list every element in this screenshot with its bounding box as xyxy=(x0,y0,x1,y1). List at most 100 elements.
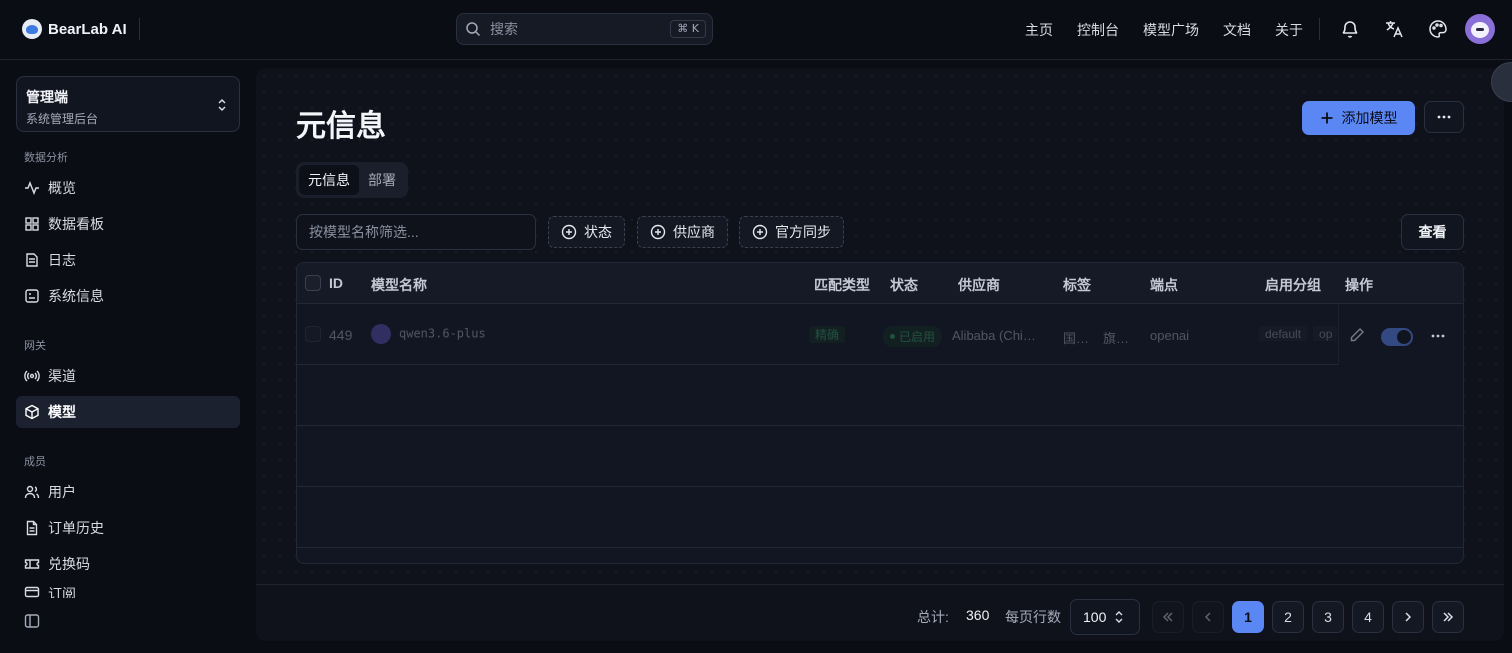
nav-divider xyxy=(1319,18,1320,40)
chevrons-right-icon xyxy=(1443,612,1454,622)
activity-icon xyxy=(25,180,39,196)
view-button[interactable]: 查看 xyxy=(1401,214,1464,250)
sidebar-item-orders[interactable]: 订单历史 xyxy=(16,512,240,544)
sidebar-item-overview[interactable]: 概览 xyxy=(16,172,240,204)
select-all-checkbox[interactable] xyxy=(305,275,321,291)
chip-label: 供应商 xyxy=(673,224,715,240)
chevron-right-icon xyxy=(1405,612,1412,622)
column-header-tags[interactable]: 标签 xyxy=(1063,275,1091,295)
row-checkbox[interactable] xyxy=(305,326,321,342)
column-header-id[interactable]: ID xyxy=(329,275,343,291)
status-filter-chip[interactable]: 状态 xyxy=(548,216,625,248)
dashboard-icon xyxy=(25,217,39,231)
sidebar-item-label: 订单历史 xyxy=(48,520,104,536)
add-model-button[interactable]: 添加模型 xyxy=(1302,101,1415,135)
chevron-up-down-icon xyxy=(218,98,226,112)
match-type-badge: 精确 xyxy=(809,326,846,343)
table-header: ID 模型名称 匹配类型 状态 供应商 标签 端点 启用分组 操作 xyxy=(297,263,1463,304)
sidebar-item-label: 日志 xyxy=(48,252,76,268)
table-row[interactable]: 449 qwen3.6-plus 精确 已启用 Alibaba (Chi… 国…… xyxy=(297,304,1463,365)
sidebar-item-logs[interactable]: 日志 xyxy=(16,244,240,276)
sidebar-item-label: 数据看板 xyxy=(48,216,104,232)
search-shortcut: ⌘ K xyxy=(670,20,706,38)
plus-circle-icon xyxy=(650,224,666,240)
sidebar-item-redeem-codes[interactable]: 兑换码 xyxy=(16,548,240,580)
sidebar-item-system-info[interactable]: 系统信息 xyxy=(16,280,240,312)
row-model-name[interactable]: qwen3.6-plus xyxy=(371,324,486,344)
top-header: BearLab AI 搜索 ⌘ K 主页 控制台 模型广场 文档 关于 xyxy=(0,0,1512,60)
next-page-button[interactable] xyxy=(1392,601,1424,633)
column-header-status[interactable]: 状态 xyxy=(890,275,918,295)
previous-page-button[interactable] xyxy=(1192,601,1224,633)
enable-toggle[interactable] xyxy=(1381,328,1413,346)
avatar[interactable] xyxy=(1465,14,1495,44)
bearlab-logo-icon xyxy=(22,19,42,39)
sidebar-item-label: 用户 xyxy=(48,484,76,500)
page-button-3[interactable]: 3 xyxy=(1312,601,1344,633)
table-row-empty xyxy=(297,487,1463,548)
vendor-filter-chip[interactable]: 供应商 xyxy=(637,216,728,248)
users-icon xyxy=(24,485,40,499)
more-options-button[interactable] xyxy=(1424,101,1464,133)
column-header-model-name[interactable]: 模型名称 xyxy=(371,275,427,295)
sidebar-item-models[interactable]: 模型 xyxy=(16,396,240,428)
column-header-match-type[interactable]: 匹配类型 xyxy=(814,275,870,295)
more-horizontal-icon[interactable] xyxy=(1431,334,1445,338)
page-tabs: 元信息 部署 xyxy=(296,162,408,198)
group-label-gateway: 网关 xyxy=(24,340,46,352)
bell-icon[interactable] xyxy=(1340,19,1360,39)
more-horizontal-icon xyxy=(1437,115,1451,119)
total-count: 360 xyxy=(966,607,990,623)
nav-console[interactable]: 控制台 xyxy=(1077,20,1119,40)
main-panel: 元信息 添加模型 元信息 部署 状态 供应商 官方同步 查看 ID 模型名称 匹… xyxy=(256,68,1504,641)
sidebar-item-label: 渠道 xyxy=(48,368,76,384)
table-row-empty xyxy=(297,365,1463,426)
nav-home[interactable]: 主页 xyxy=(1025,20,1053,40)
sidebar-item-subscriptions[interactable]: 订阅 xyxy=(16,584,240,598)
cube-icon xyxy=(25,404,39,420)
sidebar-item-label: 兑换码 xyxy=(48,556,90,572)
chevron-left-icon xyxy=(1204,612,1211,622)
sidebar-toggle-icon[interactable] xyxy=(24,613,40,629)
plus-icon xyxy=(1321,112,1332,124)
header-divider xyxy=(139,18,140,40)
pencil-icon[interactable] xyxy=(1349,327,1365,343)
page-button-4[interactable]: 4 xyxy=(1352,601,1384,633)
page-title: 元信息 xyxy=(296,110,386,143)
per-page-select[interactable]: 100 xyxy=(1070,599,1140,635)
model-filter-input[interactable] xyxy=(296,214,536,250)
app-name: BearLab AI xyxy=(48,20,127,38)
palette-icon[interactable] xyxy=(1428,19,1448,39)
chip-label: 官方同步 xyxy=(775,224,831,240)
nav-about[interactable]: 关于 xyxy=(1275,20,1303,40)
tab-deployment[interactable]: 部署 xyxy=(359,165,405,195)
sidebar-item-label: 系统信息 xyxy=(48,288,104,304)
status-dot-icon xyxy=(890,334,895,339)
sidebar-item-channels[interactable]: 渠道 xyxy=(16,360,240,392)
table-row-empty xyxy=(297,426,1463,487)
nav-model-square[interactable]: 模型广场 xyxy=(1143,20,1199,40)
app-logo[interactable]: BearLab AI xyxy=(22,19,127,39)
tag-pill: 国… xyxy=(1063,331,1090,346)
column-header-groups[interactable]: 启用分组 xyxy=(1265,275,1321,295)
column-header-endpoint[interactable]: 端点 xyxy=(1150,275,1178,295)
qwen-model-icon xyxy=(371,324,391,344)
page-button-2[interactable]: 2 xyxy=(1272,601,1304,633)
broadcast-icon xyxy=(24,370,40,382)
first-page-button[interactable] xyxy=(1152,601,1184,633)
translate-icon[interactable] xyxy=(1384,19,1404,39)
page-button-1[interactable]: 1 xyxy=(1232,601,1264,633)
models-table: ID 模型名称 匹配类型 状态 供应商 标签 端点 启用分组 操作 449 qw… xyxy=(296,262,1464,564)
column-header-vendor[interactable]: 供应商 xyxy=(958,275,1000,295)
workspace-switcher[interactable]: 管理端 系统管理后台 xyxy=(16,76,240,132)
chevron-up-down-icon xyxy=(1115,611,1123,623)
tab-metadata[interactable]: 元信息 xyxy=(299,165,359,195)
per-page-value: 100 xyxy=(1083,609,1107,625)
sidebar-item-users[interactable]: 用户 xyxy=(16,476,240,508)
official-sync-filter-chip[interactable]: 官方同步 xyxy=(739,216,844,248)
search-box[interactable]: 搜索 ⌘ K xyxy=(456,13,713,45)
system-info-icon xyxy=(25,289,39,303)
nav-docs[interactable]: 文档 xyxy=(1223,20,1251,40)
last-page-button[interactable] xyxy=(1432,601,1464,633)
sidebar-item-dashboard[interactable]: 数据看板 xyxy=(16,208,240,240)
